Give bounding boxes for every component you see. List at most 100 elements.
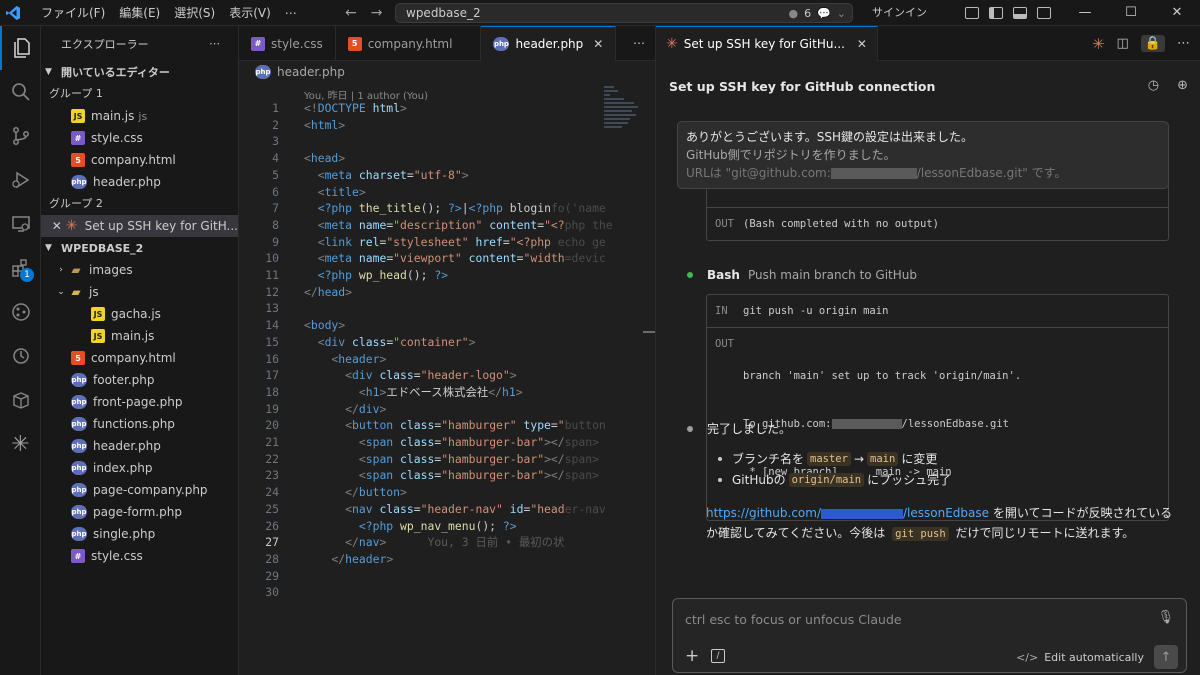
toggle-panel-icon[interactable] xyxy=(1013,7,1027,19)
code-line[interactable]: <?php the_title(); ?>|<?php bloginfo('na… xyxy=(304,200,606,217)
menu-file[interactable]: ファイル(F) xyxy=(34,0,112,26)
explorer-icon[interactable] xyxy=(0,26,41,70)
code-line[interactable]: <meta name="description" content="<?php … xyxy=(304,217,613,234)
code-line[interactable]: <div class="header-logo"> xyxy=(304,367,516,384)
editor-scrollbar[interactable] xyxy=(643,331,655,333)
prompt-input[interactable]: ctrl esc to focus or unfocus Claude 🎙 + … xyxy=(672,598,1187,673)
tree-file[interactable]: php page-company.php xyxy=(41,479,238,501)
menu-edit[interactable]: 編集(E) xyxy=(112,0,167,26)
project-section[interactable]: ▼ WPEDBASE_2 xyxy=(41,237,238,259)
slash-command-icon[interactable]: / xyxy=(711,649,725,663)
tree-file[interactable]: php index.php xyxy=(41,457,238,479)
send-button[interactable]: ↑ xyxy=(1154,645,1178,669)
microphone-icon[interactable]: 🎙 xyxy=(1157,610,1174,625)
bash-step-header[interactable]: Bash Push main branch to GitHub xyxy=(687,268,917,282)
edit-mode-toggle[interactable]: </> Edit automatically xyxy=(1016,651,1144,664)
tree-file[interactable]: 5 company.html xyxy=(41,347,238,369)
code-line[interactable]: </header> xyxy=(304,551,393,568)
github-icon[interactable] xyxy=(0,290,41,334)
code-line[interactable]: <head> xyxy=(304,150,345,167)
code-line[interactable]: <html> xyxy=(304,117,345,134)
minimap[interactable] xyxy=(604,86,644,166)
editor-more-icon[interactable]: ⋯ xyxy=(633,26,645,61)
run-debug-icon[interactable] xyxy=(0,158,41,202)
toggle-secondary-sidebar-icon[interactable] xyxy=(1037,7,1051,19)
remote-explorer-icon[interactable] xyxy=(0,202,41,246)
code-line[interactable]: <button class="hamburger" type="button xyxy=(304,417,606,434)
open-editor-company-html[interactable]: 5 company.html xyxy=(41,149,238,171)
code-line[interactable]: <link rel="stylesheet" href="<?php echo … xyxy=(304,234,606,251)
containers-icon[interactable] xyxy=(0,378,41,422)
code-line[interactable]: </head> xyxy=(304,284,352,301)
history-icon[interactable]: ◷ xyxy=(1148,78,1159,93)
open-editors-section[interactable]: ▼ 開いているエディター xyxy=(41,61,238,83)
close-window-icon[interactable]: ✕ xyxy=(1154,0,1200,26)
tree-folder-images[interactable]: › ▰ images xyxy=(41,259,238,281)
user-message[interactable]: ありがとうございます。SSH鍵の設定は出来ました。 GitHub側でリポジトリを… xyxy=(677,121,1169,189)
tab-header-php[interactable]: php header.php ✕ xyxy=(481,26,617,61)
back-arrow-icon[interactable]: ← xyxy=(345,5,357,21)
tree-folder-js[interactable]: ⌄ ▰ js xyxy=(41,281,238,303)
timeline-icon[interactable] xyxy=(0,334,41,378)
code-line[interactable]: <h1>エドベース株式会社</h1> xyxy=(304,384,523,401)
lock-icon[interactable]: 🔒 xyxy=(1140,35,1165,52)
code-line[interactable]: <div class="container"> xyxy=(304,334,476,351)
split-editor-icon[interactable]: ◫ xyxy=(1117,36,1129,51)
explorer-more-icon[interactable]: ⋯ xyxy=(209,37,220,50)
add-attachment-icon[interactable]: + xyxy=(685,646,699,666)
code-line[interactable]: <span class="hamburger-bar"></span> xyxy=(304,467,599,484)
code-line[interactable]: <span class="hamburger-bar"></span> xyxy=(304,434,599,451)
toggle-sidebar-icon[interactable] xyxy=(989,7,1003,19)
command-center-search[interactable]: wpedbase_2 ● 6 💬 ⌄ xyxy=(395,3,853,23)
minimize-icon[interactable]: — xyxy=(1062,0,1108,26)
signin-button[interactable]: サインイン xyxy=(872,0,927,26)
tree-file[interactable]: php page-form.php xyxy=(41,501,238,523)
code-line[interactable]: <body> xyxy=(304,317,345,334)
tree-file[interactable]: php single.php xyxy=(41,523,238,545)
search-icon[interactable] xyxy=(0,70,41,114)
open-editor-header-php[interactable]: php header.php xyxy=(41,171,238,193)
code-line[interactable]: <nav class="header-nav" id="header-nav xyxy=(304,501,606,518)
tree-file[interactable]: JS gacha.js xyxy=(41,303,238,325)
open-editor-claude-session[interactable]: ✕ ✳ Set up SSH key for GitH... xyxy=(41,215,238,237)
repo-link[interactable]: https://github.com/ /lessonEdbase xyxy=(706,506,989,520)
new-chat-icon[interactable]: ⊕ xyxy=(1177,78,1188,93)
claude-icon[interactable]: ✳ xyxy=(1092,35,1105,53)
claude-icon[interactable]: ✳ xyxy=(0,422,41,466)
source-control-icon[interactable] xyxy=(0,114,41,158)
breadcrumb[interactable]: php header.php xyxy=(239,61,655,83)
code-line[interactable]: <meta charset="utf-8"> xyxy=(304,167,469,184)
maximize-icon[interactable]: ☐ xyxy=(1108,0,1154,26)
open-editor-style-css[interactable]: # style.css xyxy=(41,127,238,149)
close-tab-icon[interactable]: ✕ xyxy=(857,37,867,51)
tab-style-css[interactable]: # style.css xyxy=(239,26,336,61)
tab-claude-session[interactable]: ✳ Set up SSH key for GitHu... ✕ xyxy=(656,25,878,61)
open-editor-main-js[interactable]: JS main.js js xyxy=(41,105,238,127)
menu-selection[interactable]: 選択(S) xyxy=(167,0,222,26)
code-line[interactable]: <header> xyxy=(304,351,386,368)
chevron-down-icon[interactable]: ⌄ xyxy=(837,7,846,20)
menu-more-icon[interactable]: ⋯ xyxy=(278,0,304,26)
tab-company-html[interactable]: 5 company.html xyxy=(336,26,482,61)
close-tab-icon[interactable]: ✕ xyxy=(593,37,603,51)
code-line[interactable]: <?php wp_nav_menu(); ?> xyxy=(304,518,517,535)
more-actions-icon[interactable]: ⋯ xyxy=(1177,36,1190,51)
code-line[interactable]: <title> xyxy=(304,184,366,201)
tree-file[interactable]: php header.php xyxy=(41,435,238,457)
code-line[interactable]: </nav> You, 3 日前 • 最初の状 xyxy=(304,534,564,551)
code-line[interactable]: <span class="hamburger-bar"></span> xyxy=(304,451,599,468)
close-icon[interactable]: ✕ xyxy=(51,219,63,233)
code-line[interactable]: </button> xyxy=(304,484,407,501)
tree-file[interactable]: JS main.js xyxy=(41,325,238,347)
extensions-icon[interactable]: 1 xyxy=(0,246,41,290)
customize-layout-icon[interactable] xyxy=(965,7,979,19)
copilot-chat-icon[interactable]: 💬 xyxy=(817,7,831,20)
code-line[interactable]: <!DOCTYPE html> xyxy=(304,100,407,117)
code-line[interactable]: </div> xyxy=(304,401,386,418)
menu-view[interactable]: 表示(V) xyxy=(222,0,278,26)
tree-file[interactable]: # style.css xyxy=(41,545,238,567)
tree-file[interactable]: php functions.php xyxy=(41,413,238,435)
tree-file[interactable]: php footer.php xyxy=(41,369,238,391)
code-line[interactable]: <?php wp_head(); ?> xyxy=(304,267,448,284)
forward-arrow-icon[interactable]: → xyxy=(371,5,383,21)
